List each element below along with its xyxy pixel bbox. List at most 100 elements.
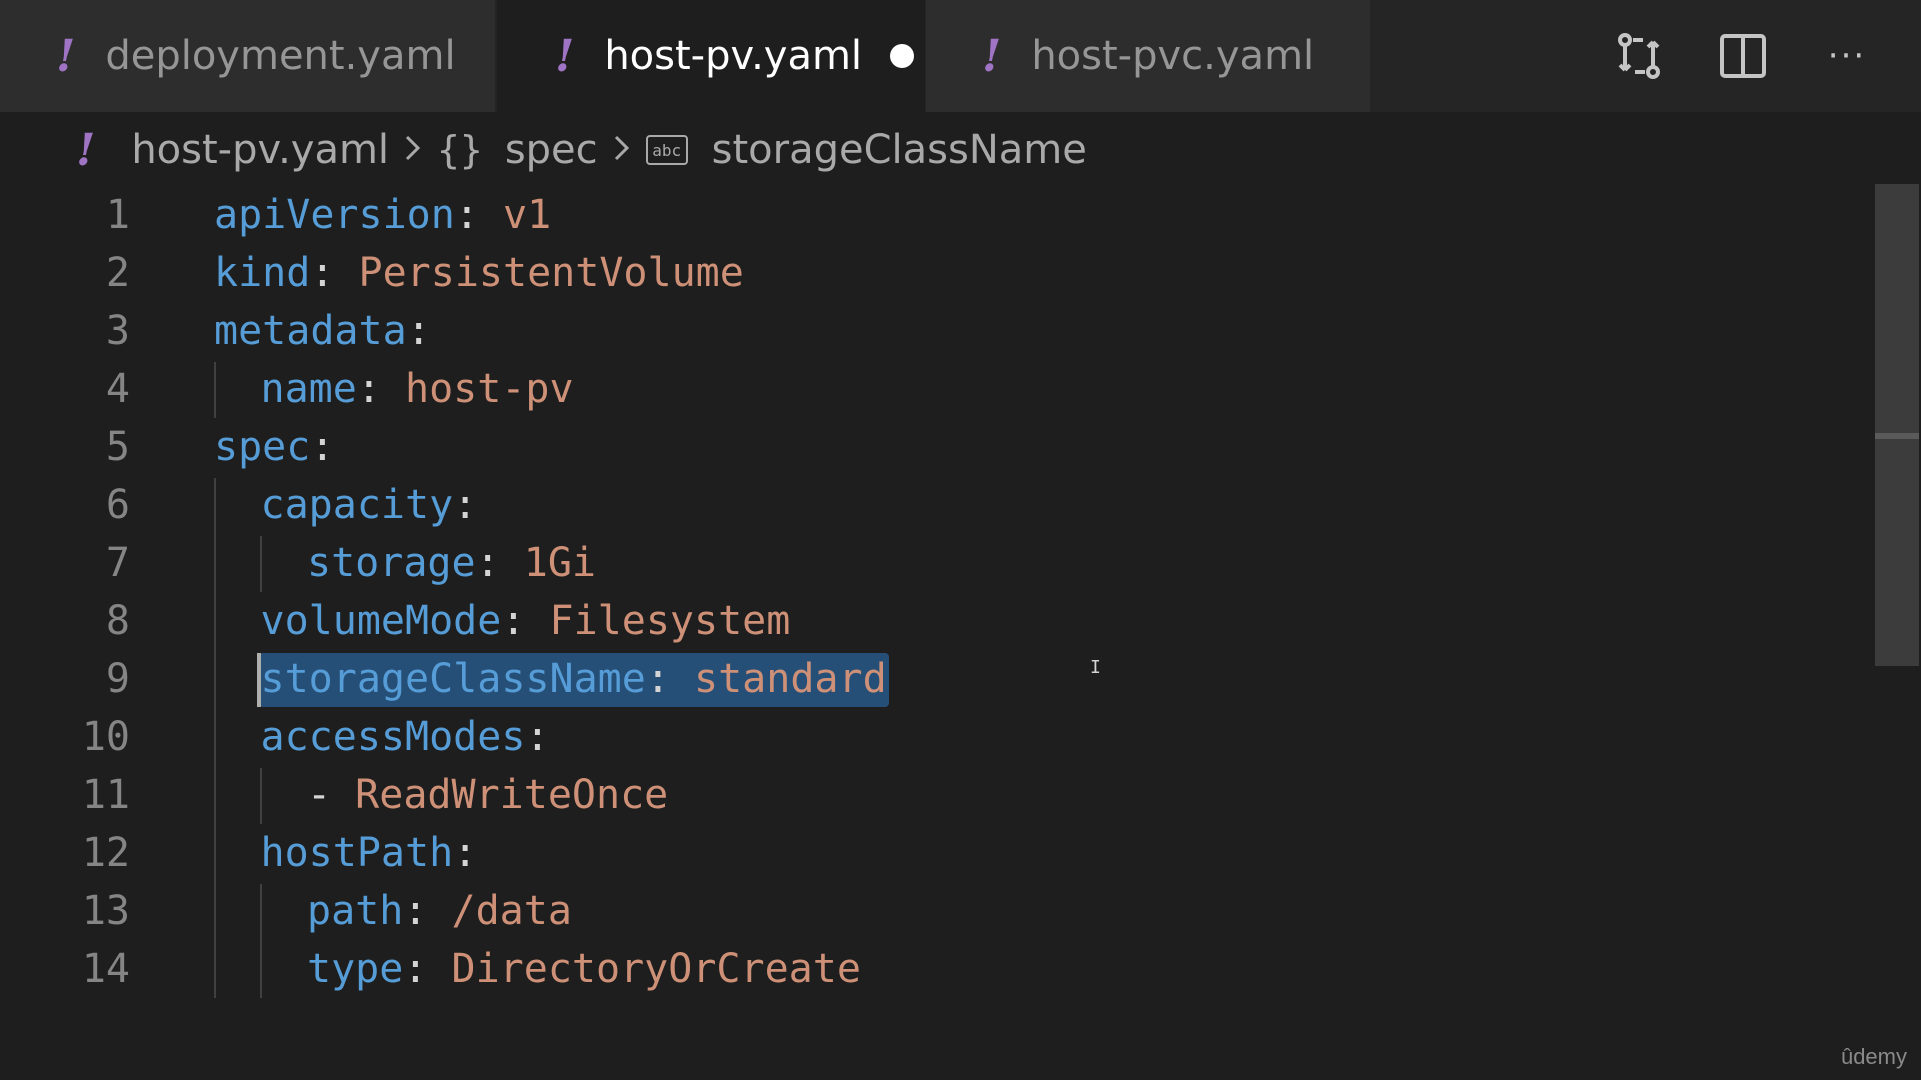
code-text: apiVersion: v1: [214, 186, 551, 244]
code-line[interactable]: 11 - ReadWriteOnce: [0, 766, 1873, 824]
yaml-key: metadata: [214, 308, 407, 354]
yaml-key: storage: [307, 540, 476, 586]
more-actions-icon[interactable]: ···: [1817, 26, 1877, 86]
yaml-colon: :: [501, 598, 526, 644]
line-number: 14: [81, 946, 130, 992]
indent-guide: [260, 768, 262, 824]
code-editor[interactable]: 1 apiVersion: v1 2 kind: PersistentVolume 3 m…: [0, 188, 1873, 1080]
line-number: 5: [105, 424, 130, 470]
indent-guide: [214, 362, 216, 418]
yaml-key: accessModes: [260, 714, 526, 760]
yaml-colon: :: [525, 714, 550, 760]
code-text: - ReadWriteOnce: [307, 766, 668, 824]
code-line[interactable]: 7 storage: 1Gi: [0, 534, 1873, 592]
yaml-key: name: [260, 366, 357, 412]
yaml-colon: :: [310, 250, 335, 296]
line-number: 1: [105, 192, 130, 238]
unsaved-dot-icon[interactable]: [890, 44, 915, 68]
yaml-value: standard: [669, 656, 887, 702]
yaml-icon: !: [555, 30, 575, 82]
scrollbar-cursor-marker: [1875, 433, 1919, 439]
split-editor-icon[interactable]: [1713, 26, 1773, 86]
breadcrumb-file[interactable]: host-pv.yaml: [131, 127, 389, 173]
code-line[interactable]: 2 kind: PersistentVolume: [0, 244, 1873, 302]
string-symbol-icon: abc: [645, 135, 688, 165]
indent-guide: [260, 536, 262, 592]
line-number: 3: [105, 308, 130, 354]
code-text: volumeMode: Filesystem: [261, 592, 791, 650]
code-line[interactable]: 1 apiVersion: v1: [0, 186, 1873, 244]
yaml-icon: !: [982, 30, 1002, 82]
breadcrumb-section[interactable]: spec: [505, 127, 598, 173]
line-number: 8: [105, 598, 130, 644]
yaml-icon: !: [76, 124, 96, 176]
chevron-right-icon: [612, 127, 632, 173]
scrollbar-thumb[interactable]: [1875, 184, 1919, 666]
indent-guide: [260, 884, 262, 998]
yaml-colon: :: [403, 946, 428, 992]
yaml-colon: :: [475, 540, 500, 586]
tab-deployment-yaml[interactable]: ! deployment.yaml: [0, 0, 496, 112]
yaml-key: capacity: [260, 482, 454, 528]
yaml-value: ReadWriteOnce: [355, 772, 669, 818]
code-line[interactable]: 4 name: host-pv: [0, 360, 1873, 418]
breadcrumb: ! host-pv.yaml {} spec abc storageClassN…: [0, 112, 1921, 188]
tab-host-pv-yaml[interactable]: ! host-pv.yaml: [497, 0, 925, 112]
yaml-value: Filesystem: [525, 598, 791, 644]
yaml-colon: :: [645, 656, 670, 702]
yaml-key: hostPath: [260, 830, 454, 876]
code-line[interactable]: 5 spec:: [0, 418, 1873, 476]
yaml-colon: :: [454, 192, 479, 238]
yaml-colon: :: [453, 830, 478, 876]
code-line[interactable]: 12 hostPath:: [0, 824, 1873, 882]
breadcrumb-symbol[interactable]: storageClassName: [712, 127, 1087, 173]
line-number: 4: [105, 366, 130, 412]
line-number: 6: [105, 482, 130, 528]
code-line[interactable]: 9 storageClassName: standard: [0, 650, 1873, 708]
tab-label: host-pv.yaml: [604, 33, 863, 79]
editor-tab-bar: ! deployment.yaml ! host-pv.yaml ! host-…: [0, 0, 1921, 113]
yaml-key: storageClassName: [260, 656, 646, 702]
compare-changes-icon[interactable]: [1609, 26, 1669, 86]
tab-label: host-pvc.yaml: [1031, 33, 1315, 79]
yaml-icon: !: [56, 30, 76, 82]
line-number: 7: [105, 540, 130, 586]
line-number: 9: [105, 656, 130, 702]
code-line[interactable]: 10 accessModes:: [0, 708, 1873, 766]
code-text: kind: PersistentVolume: [214, 244, 744, 302]
yaml-key: apiVersion: [214, 192, 455, 238]
code-line[interactable]: 3 metadata:: [0, 302, 1873, 360]
yaml-key: kind: [214, 250, 311, 296]
code-text: storageClassName: standard: [261, 650, 887, 708]
code-line[interactable]: 13 path: /data: [0, 882, 1873, 940]
yaml-key: volumeMode: [260, 598, 502, 644]
yaml-key: type: [307, 946, 404, 992]
yaml-key: path: [307, 888, 404, 934]
yaml-value: DirectoryOrCreate: [427, 946, 861, 992]
yaml-colon: :: [453, 482, 478, 528]
code-text: capacity:: [261, 476, 478, 534]
yaml-value: /data: [427, 888, 572, 934]
yaml-value: PersistentVolume: [334, 250, 744, 296]
code-text: hostPath:: [261, 824, 478, 882]
line-number: 11: [81, 772, 130, 818]
yaml-colon: :: [310, 424, 335, 470]
code-text: metadata:: [214, 302, 431, 360]
yaml-colon: :: [356, 366, 381, 412]
code-text: spec:: [214, 418, 334, 476]
yaml-key: spec: [214, 424, 311, 470]
yaml-colon: :: [406, 308, 431, 354]
indent-guide: [214, 478, 216, 998]
editor-actions: ···: [1609, 0, 1921, 112]
code-line[interactable]: 8 volumeMode: Filesystem: [0, 592, 1873, 650]
line-number: 12: [81, 830, 130, 876]
code-line[interactable]: 6 capacity:: [0, 476, 1873, 534]
yaml-colon: :: [403, 888, 428, 934]
tab-host-pvc-yaml[interactable]: ! host-pvc.yaml: [926, 0, 1370, 112]
code-text: type: DirectoryOrCreate: [307, 940, 861, 998]
yaml-value: v1: [478, 192, 552, 238]
code-text: path: /data: [307, 882, 572, 940]
code-text: accessModes:: [261, 708, 550, 766]
yaml-value: host-pv: [380, 366, 574, 412]
code-line[interactable]: 14 type: DirectoryOrCreate: [0, 940, 1873, 998]
